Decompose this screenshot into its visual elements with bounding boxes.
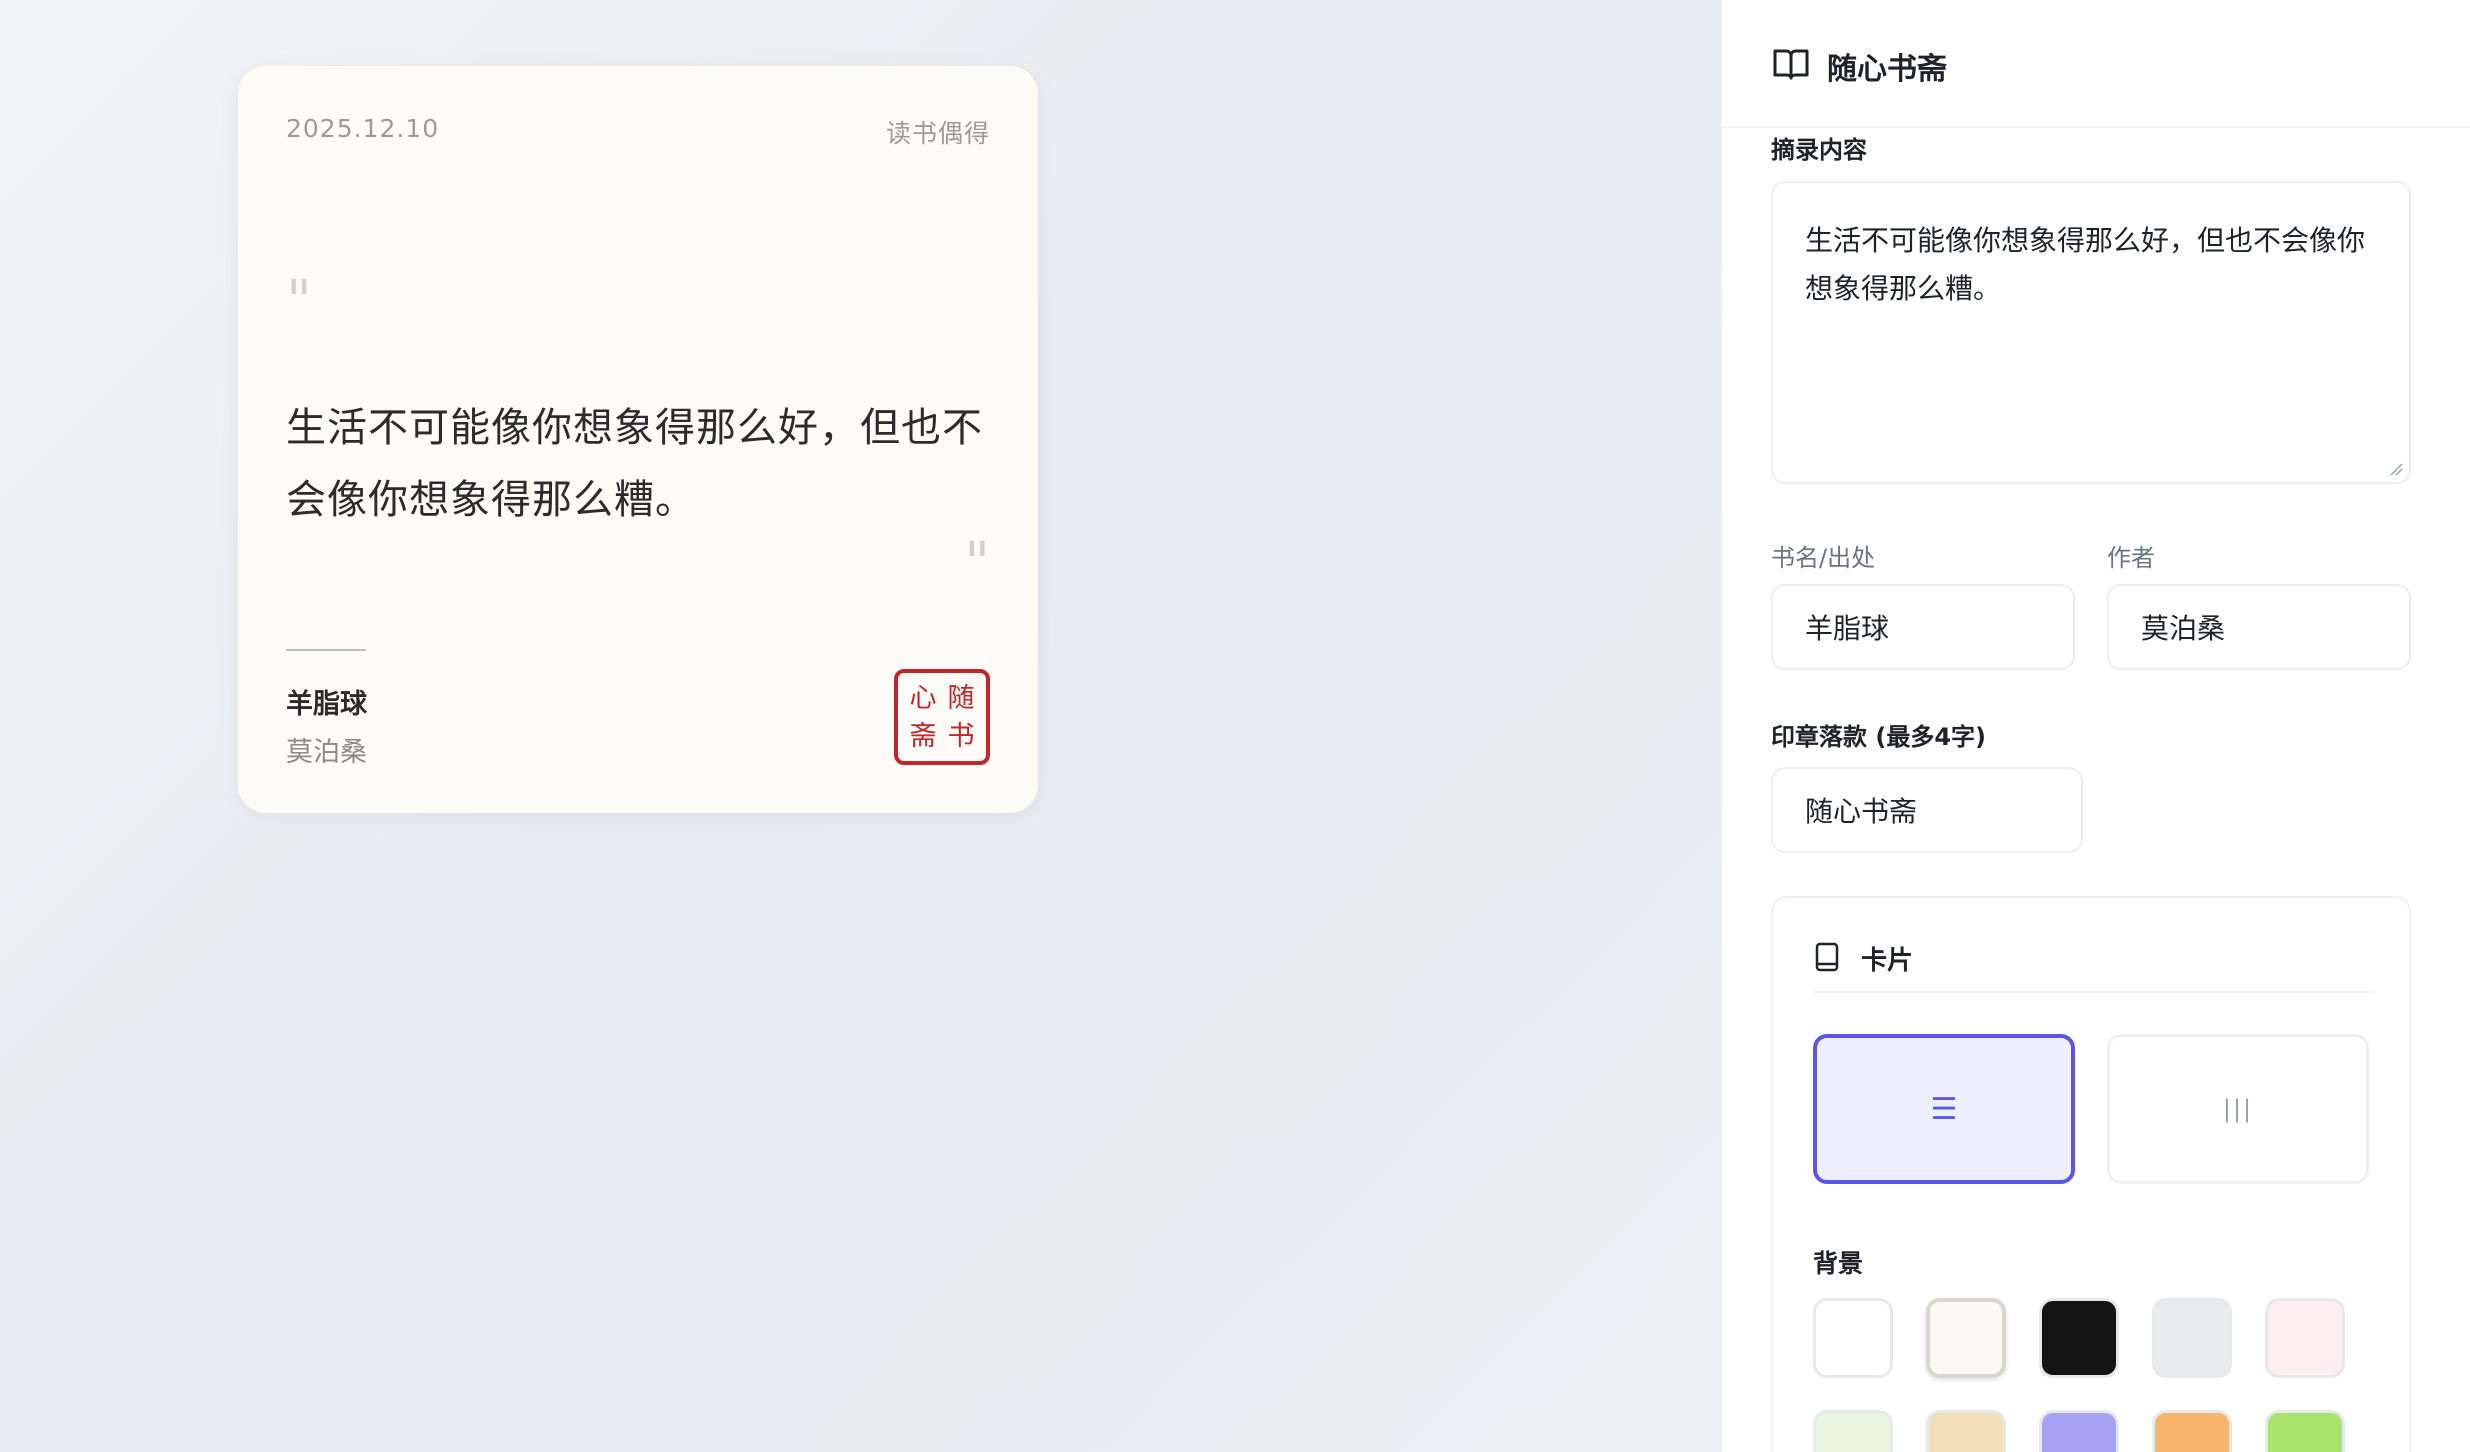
layout-vertical-button[interactable]: ||| <box>2107 1034 2369 1184</box>
book-input-value: 羊脂球 <box>1805 612 1890 645</box>
author-label: 作者 <box>2107 544 2155 572</box>
author-input-value: 莫泊桑 <box>2141 612 2226 645</box>
seal-input-value: 随心书斋 <box>1805 795 1918 828</box>
background-swatch[interactable] <box>2265 1298 2345 1378</box>
card-book-title: 羊脂球 <box>286 689 367 720</box>
quote-card: 2025.12.10 读书偶得 " 生活不可能像你想象得那么好，但也不会像你想象… <box>238 66 1038 813</box>
excerpt-label: 摘录内容 <box>1771 136 1867 164</box>
settings-panel: 随心书斋 摘录内容 生活不可能像你想象得那么好，但也不会像你想象得那么糟。 书名… <box>1721 0 2470 1452</box>
background-swatch[interactable] <box>2039 1298 2119 1378</box>
seal-char: 书 <box>947 720 975 752</box>
background-swatch[interactable] <box>1926 1410 2006 1452</box>
seal-char: 随 <box>947 682 975 714</box>
card-tag: 读书偶得 <box>885 119 990 148</box>
section-divider <box>1813 991 2373 993</box>
background-swatch[interactable] <box>1926 1298 2006 1378</box>
resize-grip-icon[interactable] <box>2389 462 2403 476</box>
open-quote-mark: " <box>286 269 312 334</box>
seal-input[interactable]: 随心书斋 <box>1771 767 2083 853</box>
preview-canvas: 2025.12.10 读书偶得 " 生活不可能像你想象得那么好，但也不会像你想象… <box>0 0 1721 1452</box>
author-input[interactable]: 莫泊桑 <box>2107 584 2411 670</box>
excerpt-textarea[interactable]: 生活不可能像你想象得那么好，但也不会像你想象得那么糟。 <box>1771 181 2411 484</box>
seal-char: 心 <box>909 682 937 714</box>
card-icon <box>1815 942 1839 972</box>
open-book-icon <box>1773 49 1809 80</box>
background-swatch[interactable] <box>2152 1298 2232 1378</box>
background-swatch[interactable] <box>2152 1410 2232 1452</box>
app-title: 随心书斋 <box>1827 52 1947 87</box>
background-swatch[interactable] <box>1813 1410 1893 1452</box>
card-section-title: 卡片 <box>1861 946 1914 976</box>
book-label: 书名/出处 <box>1771 544 1876 572</box>
background-swatch[interactable] <box>1813 1298 1893 1378</box>
horizontal-lines-icon: ☰ <box>1930 1091 1958 1127</box>
background-swatch[interactable] <box>2265 1410 2345 1452</box>
seal-label: 印章落款 (最多4字) <box>1771 723 1986 751</box>
excerpt-text: 生活不可能像你想象得那么好，但也不会像你想象得那么糟。 <box>1805 224 2366 305</box>
card-divider <box>286 649 366 651</box>
seal-stamp: 随 心 书 斋 <box>894 669 990 765</box>
vertical-lines-icon: ||| <box>2222 1095 2254 1123</box>
card-date: 2025.12.10 <box>286 114 440 143</box>
card-style-section: 卡片 ☰ ||| 背景 <box>1771 896 2411 1452</box>
card-quote-text: 生活不可能像你想象得那么好，但也不会像你想象得那么糟。 <box>286 405 983 523</box>
layout-horizontal-button[interactable]: ☰ <box>1813 1034 2075 1184</box>
panel-header: 随心书斋 <box>1722 0 2470 128</box>
seal-char: 斋 <box>909 720 937 752</box>
background-label: 背景 <box>1813 1249 1864 1278</box>
background-swatch[interactable] <box>2039 1410 2119 1452</box>
book-input[interactable]: 羊脂球 <box>1771 584 2075 670</box>
close-quote-mark: " <box>964 531 990 596</box>
card-author: 莫泊桑 <box>286 737 367 768</box>
